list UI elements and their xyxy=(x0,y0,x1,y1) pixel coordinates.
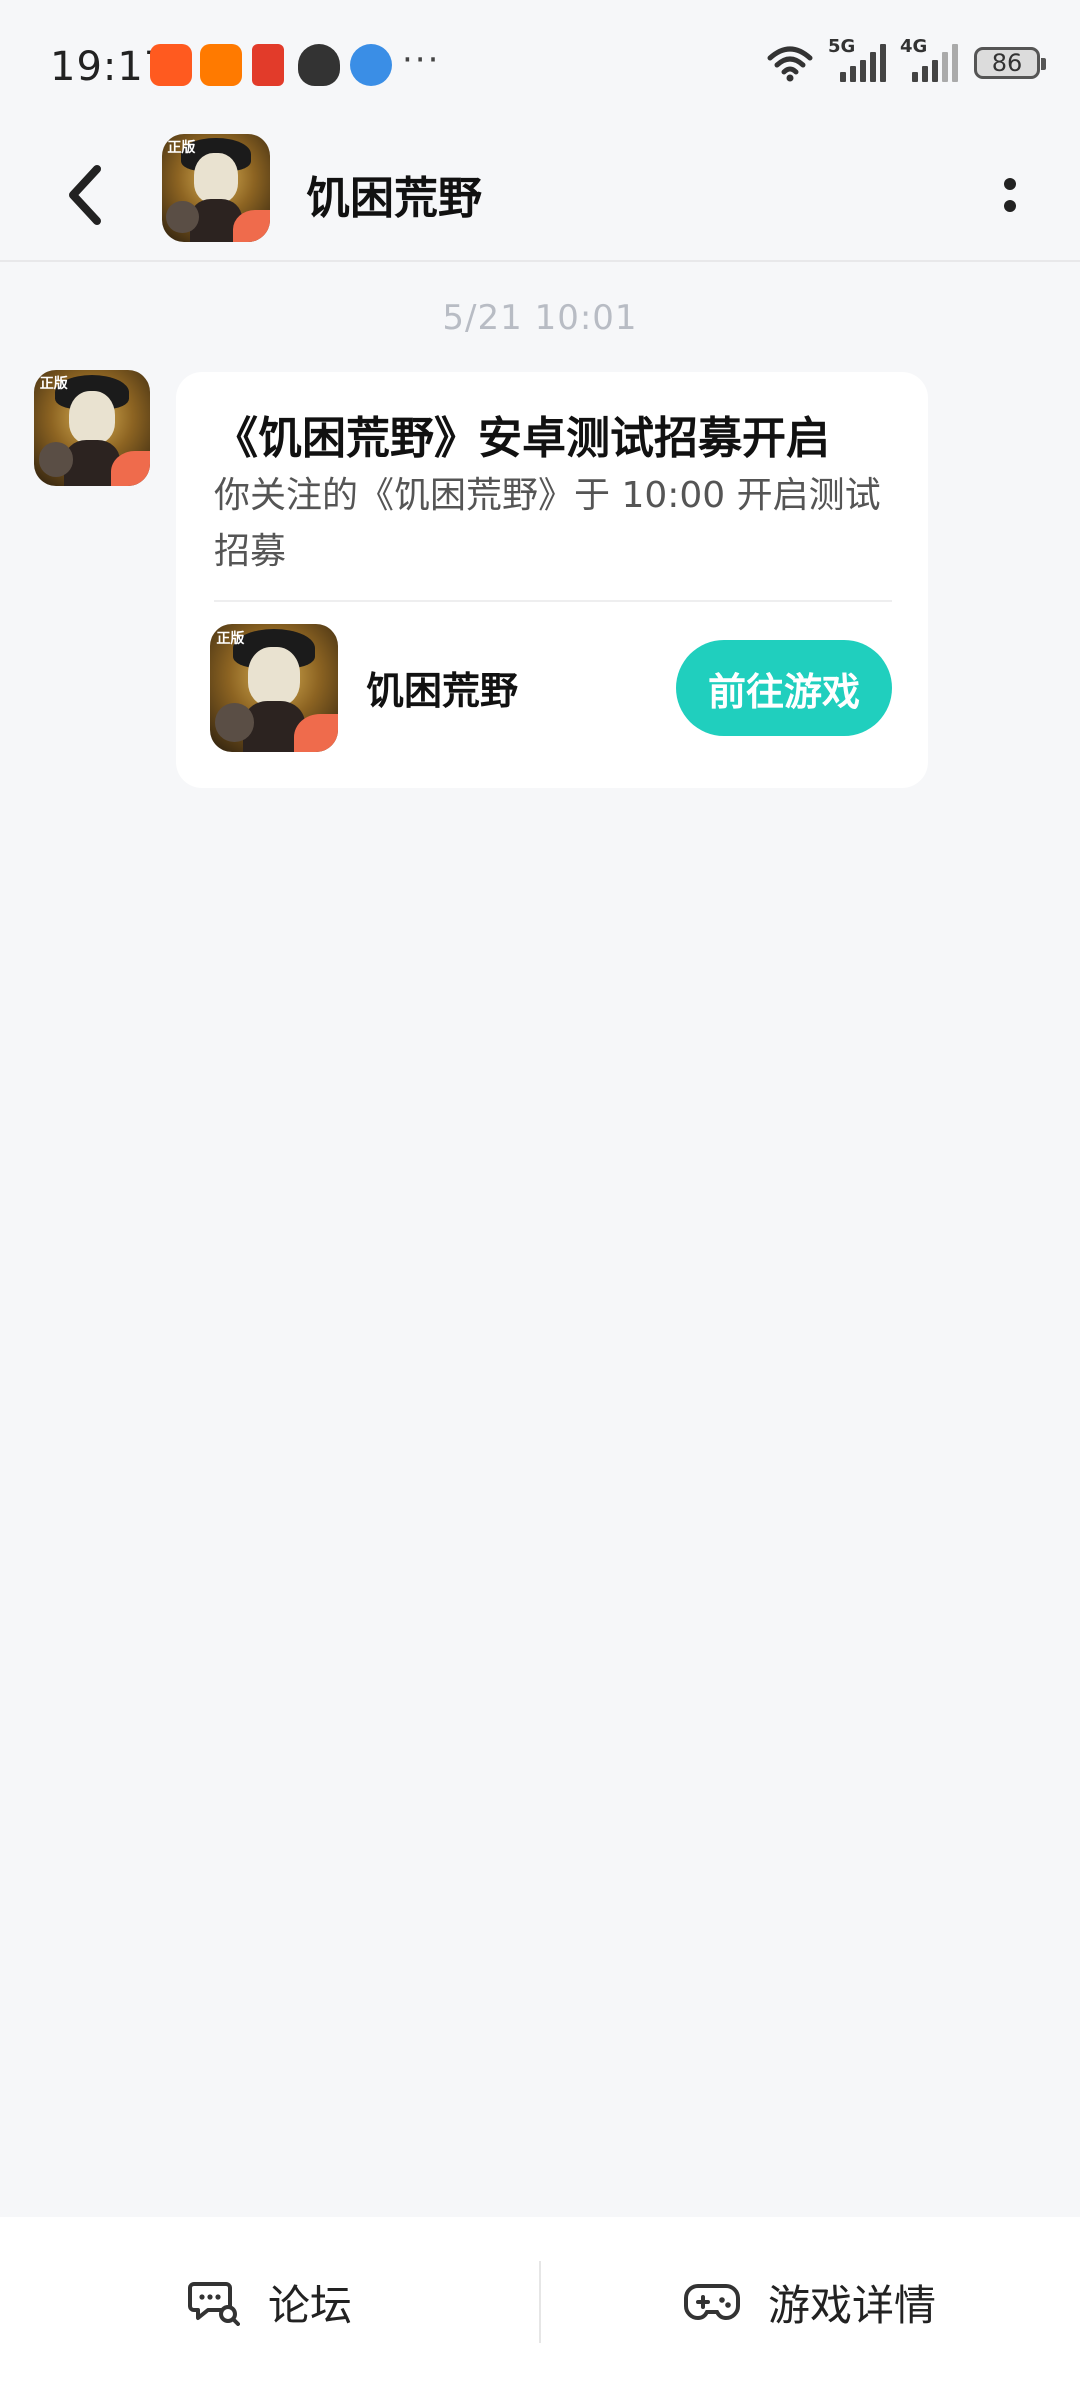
icon-tag-label: 正版 xyxy=(39,376,68,393)
chat-header: 正版 饥困荒野 xyxy=(0,130,1080,262)
forum-chat-icon xyxy=(187,2282,240,2326)
page-title: 饥困荒野 xyxy=(306,173,482,224)
qq-penguin-icon xyxy=(298,44,340,86)
bottom-bar: 论坛 游戏详情 xyxy=(0,2217,1080,2387)
message-title: 《饥困荒野》安卓测试招募开启 xyxy=(214,413,830,464)
signal-5g-icon: 5G xyxy=(828,36,886,82)
signal-4g-icon: 4G xyxy=(900,36,958,82)
status-bar: 19:17 ··· 5G 4G 86 xyxy=(0,0,1080,130)
taobao-app-icon xyxy=(150,44,192,86)
icon-tag-label: 正版 xyxy=(167,140,196,157)
card-game-name: 饥困荒野 xyxy=(366,669,519,713)
forum-tab[interactable]: 论坛 xyxy=(0,2217,540,2387)
status-indicators: 5G 4G 86 xyxy=(766,36,1046,88)
card-game-icon[interactable]: 正版 xyxy=(210,624,338,752)
more-notifications-icon: ··· xyxy=(402,40,441,80)
wifi-icon xyxy=(767,46,813,82)
icon-tag-label: 正版 xyxy=(216,630,245,647)
forum-label: 论坛 xyxy=(267,2280,352,2330)
shop-app-icon xyxy=(200,44,242,86)
back-button[interactable] xyxy=(50,158,120,232)
go-to-game-button[interactable]: 前往游戏 xyxy=(676,640,892,736)
signal-5g-label: 5G xyxy=(828,36,856,57)
chevron-left-icon xyxy=(69,165,101,225)
red-packet-icon xyxy=(252,44,284,86)
game-details-label: 游戏详情 xyxy=(767,2280,936,2330)
gamepad-icon xyxy=(683,2284,740,2321)
battery-icon: 86 xyxy=(974,47,1046,79)
sender-avatar[interactable]: 正版 xyxy=(34,370,150,486)
game-details-tab[interactable]: 游戏详情 xyxy=(540,2217,1080,2387)
card-divider xyxy=(214,600,892,602)
message-timestamp: 5/21 10:01 xyxy=(442,298,638,338)
battery-level: 86 xyxy=(991,49,1023,77)
more-dot-icon xyxy=(1004,178,1016,190)
header-game-icon[interactable]: 正版 xyxy=(162,134,270,242)
more-dot-icon xyxy=(1004,200,1016,212)
message-body: 你关注的《饥困荒野》于 10:00 开启测试招募 xyxy=(214,475,881,572)
signal-4g-label: 4G xyxy=(900,36,928,57)
more-options-button[interactable] xyxy=(980,158,1040,232)
message-card[interactable]: 《饥困荒野》安卓测试招募开启 你关注的《饥困荒野》于 10:00 开启测试招募 … xyxy=(176,372,928,788)
browser-planet-icon xyxy=(350,44,392,86)
